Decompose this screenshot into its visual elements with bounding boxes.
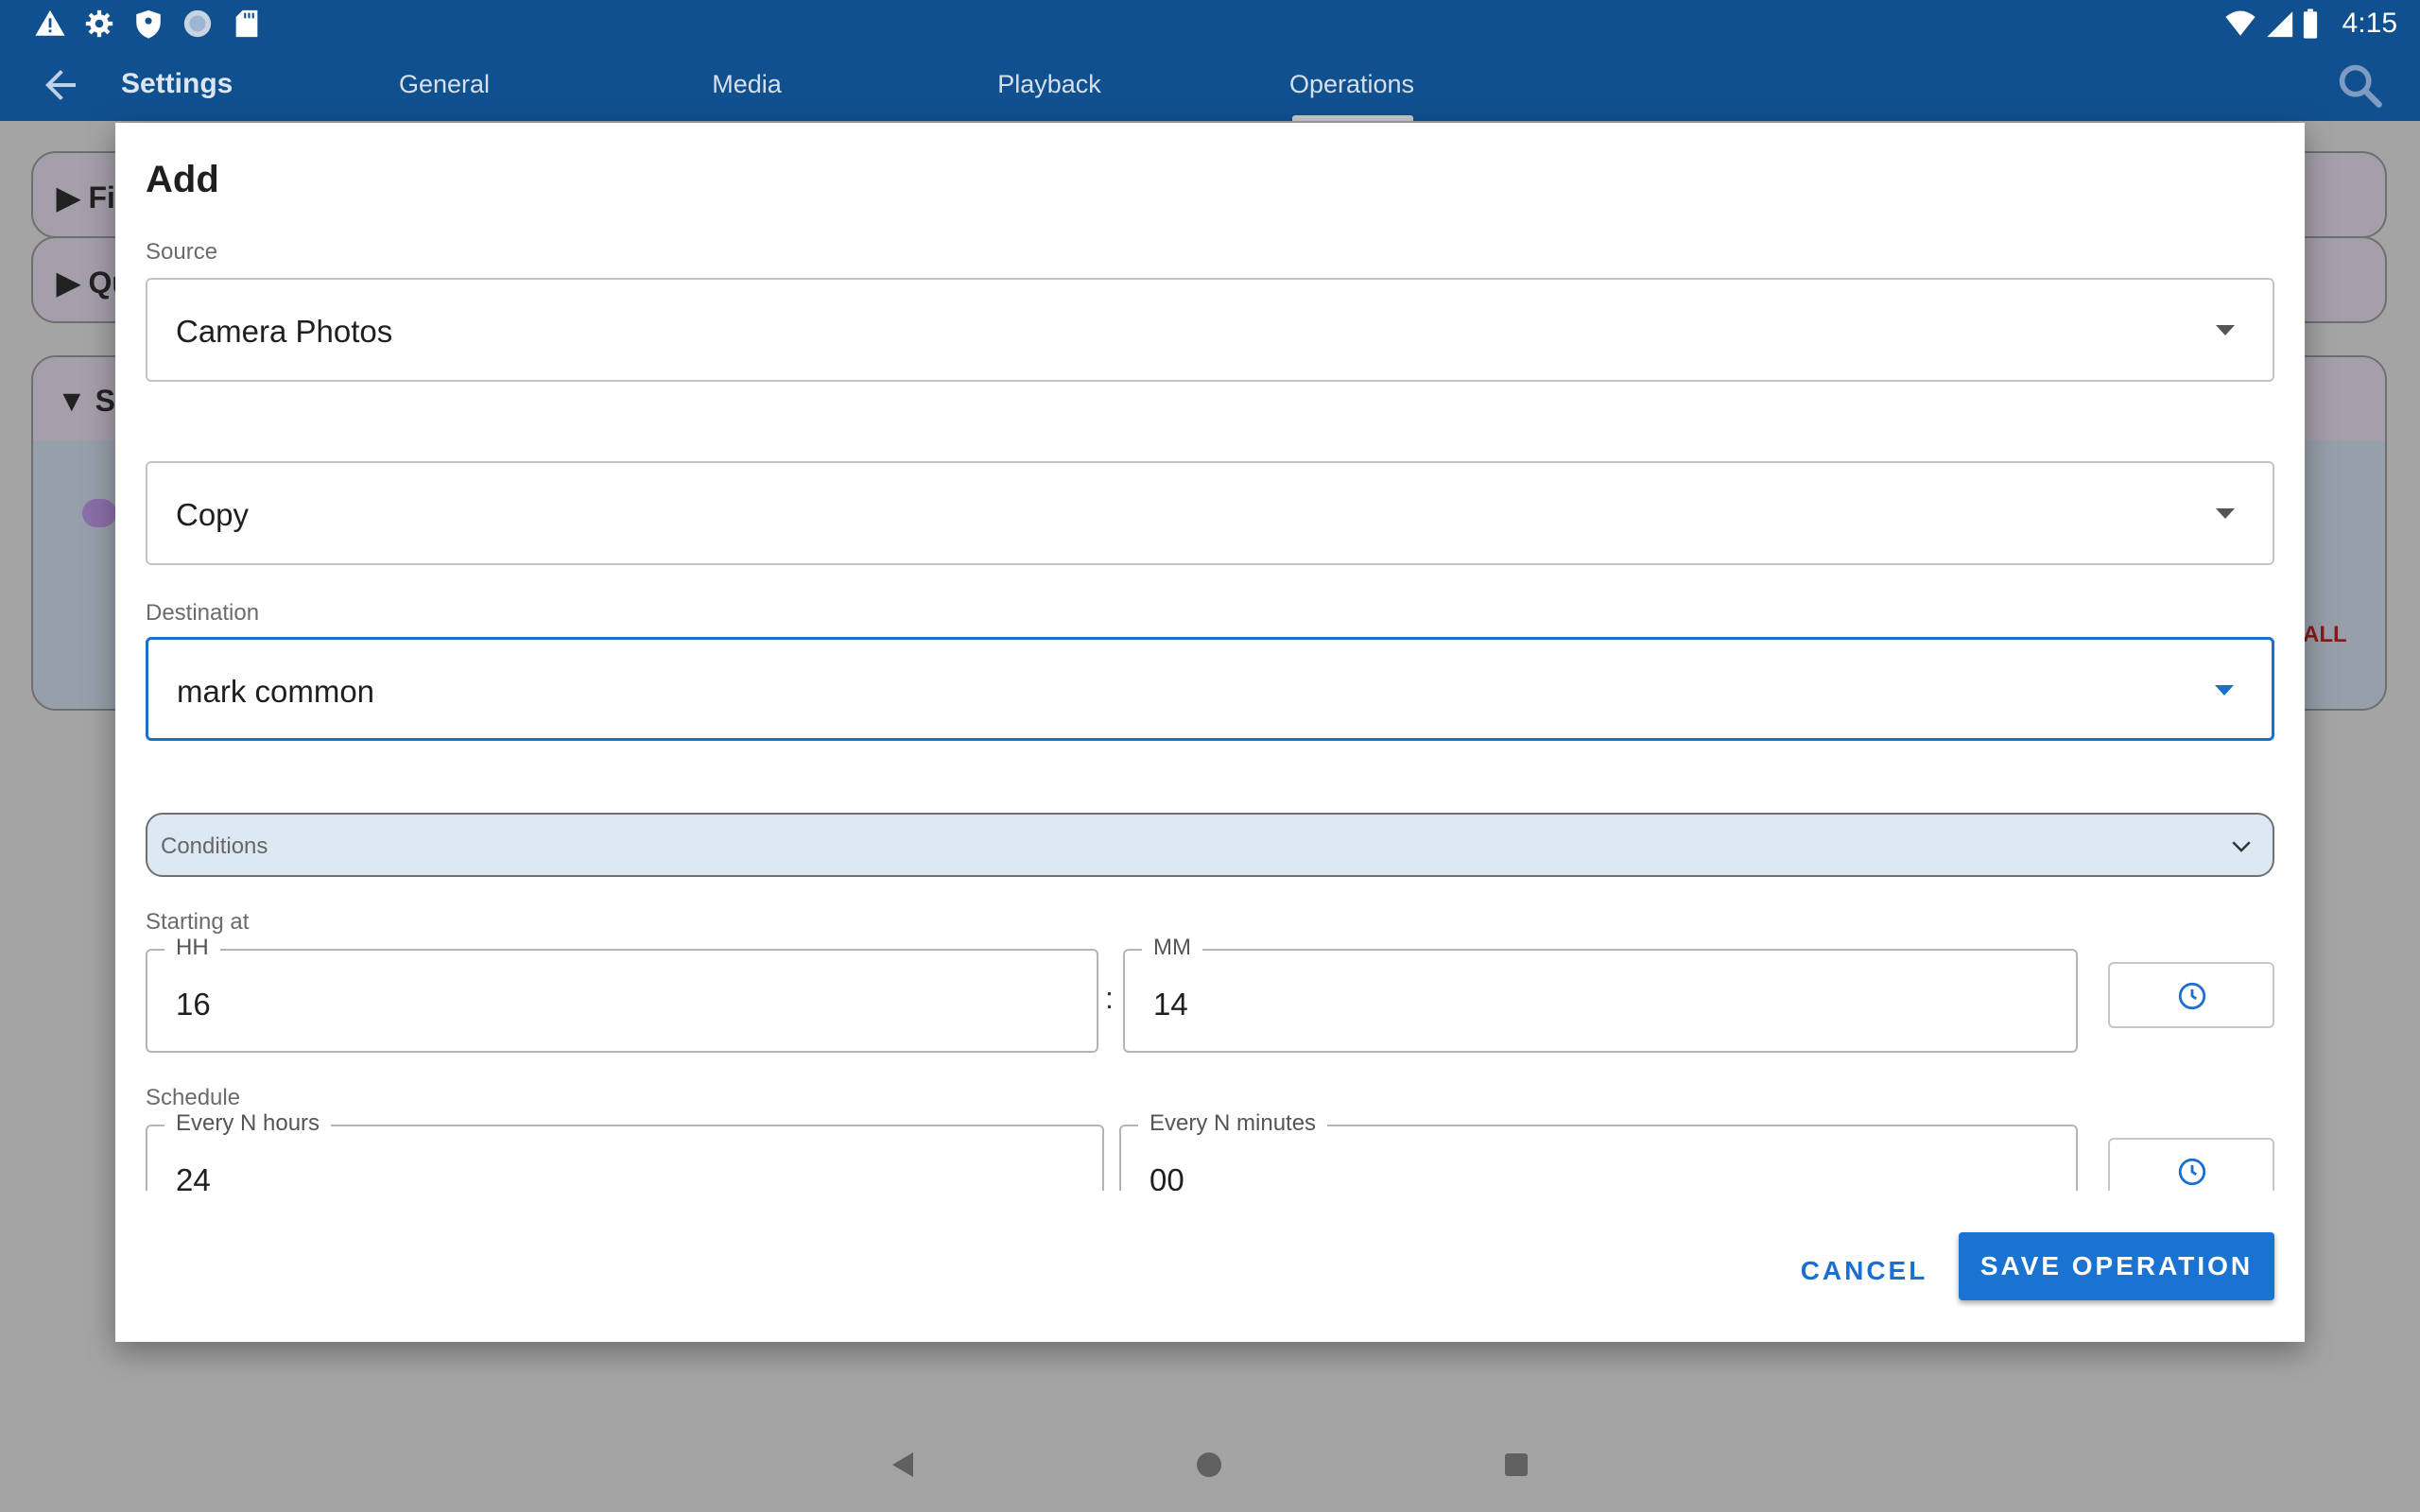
starting-at-label: Starting at — [146, 909, 250, 935]
start-time-picker-button[interactable] — [2108, 962, 2274, 1028]
dropdown-arrow-icon — [2216, 508, 2235, 519]
dialog-actions-area: CANCEL SAVE OPERATION — [115, 1191, 2305, 1342]
back-arrow-icon[interactable] — [38, 62, 83, 108]
hour-input[interactable]: HH 16 — [146, 935, 1098, 1053]
bg-action-text: ALL — [2303, 622, 2347, 647]
nav-home-icon[interactable] — [1197, 1452, 1221, 1477]
destination-value: mark common — [177, 674, 375, 709]
hour-legend: HH — [164, 935, 220, 961]
tab-operations[interactable]: Operations — [1289, 70, 1414, 99]
sd-card-icon — [235, 9, 258, 38]
bg-toggle — [82, 499, 116, 527]
globe-icon — [183, 9, 212, 38]
conditions-expander[interactable]: Conditions — [146, 813, 2274, 877]
nav-back-icon[interactable] — [890, 1451, 915, 1479]
tab-playback[interactable]: Playback — [997, 70, 1101, 99]
operation-value: Copy — [176, 497, 250, 532]
tab-indicator — [1292, 115, 1413, 121]
app-toolbar: Settings General Media Playback Operatio… — [0, 47, 2420, 121]
save-operation-button[interactable]: SAVE OPERATION — [1959, 1232, 2274, 1300]
shield-icon — [136, 9, 161, 39]
time-separator: : — [1105, 981, 1114, 1015]
clock-icon — [2178, 982, 2206, 1010]
gear-icon — [85, 9, 113, 38]
warning-icon — [35, 9, 65, 36]
source-value: Camera Photos — [176, 314, 393, 349]
dropdown-arrow-icon — [2215, 685, 2234, 696]
battery-icon — [2303, 9, 2318, 39]
cancel-button[interactable]: CANCEL — [1779, 1238, 1949, 1304]
status-bar: 4:15 — [0, 0, 2420, 47]
add-operation-dialog: Add Source Camera Photos Copy Destinatio… — [115, 123, 2305, 1342]
clock-icon — [2178, 1158, 2206, 1186]
minute-value: 14 — [1153, 987, 1188, 1022]
bg-card-filters-label: ▶ Fi — [57, 180, 115, 215]
source-select[interactable]: Camera Photos — [146, 278, 2274, 382]
schedule-label: Schedule — [146, 1085, 241, 1110]
wifi-icon — [2225, 10, 2256, 36]
minute-legend: MM — [1142, 935, 1202, 961]
dialog-title: Add — [146, 159, 219, 200]
tab-general[interactable]: General — [399, 70, 490, 99]
nav-recents-icon[interactable] — [1505, 1453, 1528, 1476]
page-title: Settings — [121, 68, 233, 99]
search-icon[interactable] — [2335, 60, 2384, 110]
chevron-down-icon — [2232, 841, 2251, 852]
destination-label: Destination — [146, 600, 260, 626]
source-label: Source — [146, 239, 218, 265]
minute-input[interactable]: MM 14 — [1123, 935, 2078, 1053]
hours-legend: Every N hours — [164, 1110, 332, 1137]
destination-select[interactable]: mark common — [146, 637, 2274, 741]
minutes-legend: Every N minutes — [1138, 1110, 1328, 1137]
clock-time: 4:15 — [2342, 8, 2397, 39]
dropdown-arrow-icon — [2216, 325, 2235, 335]
tab-media[interactable]: Media — [712, 70, 782, 99]
signal-icon — [2267, 11, 2293, 38]
operation-select[interactable]: Copy — [146, 461, 2274, 565]
hour-value: 16 — [176, 987, 211, 1022]
conditions-label: Conditions — [161, 833, 268, 859]
